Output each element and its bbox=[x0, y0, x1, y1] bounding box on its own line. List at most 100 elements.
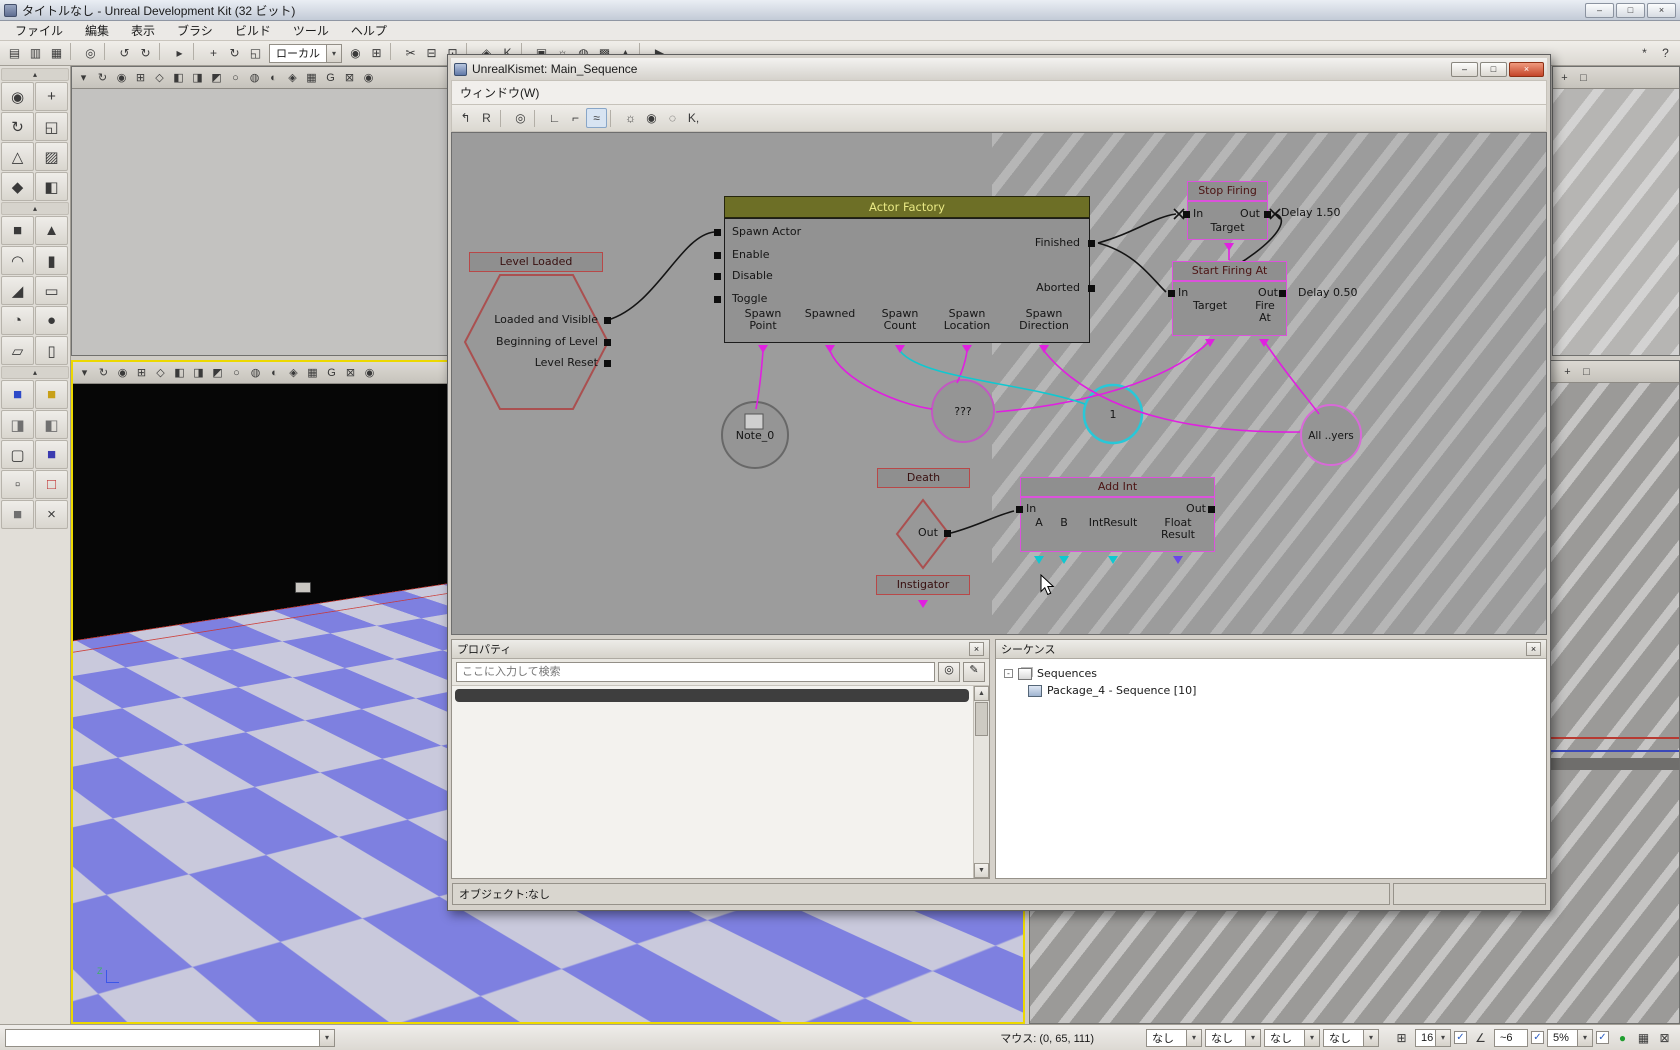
note-actor[interactable] bbox=[295, 582, 311, 593]
scale-snap-checkbox[interactable]: ✓ bbox=[1596, 1031, 1609, 1044]
kismet-canvas[interactable]: Level Loaded Loaded and Visible Beginnin… bbox=[451, 132, 1547, 635]
search-icon[interactable]: ◎ bbox=[938, 662, 960, 682]
save-icon[interactable]: ▦ bbox=[46, 43, 67, 63]
sphere-builder-icon[interactable]: ● bbox=[35, 306, 68, 335]
camera-icon[interactable]: ◉ bbox=[113, 364, 132, 382]
viewport-top-right[interactable]: + □ bbox=[1552, 66, 1680, 356]
death-instigator-label[interactable]: Instigator bbox=[876, 575, 970, 595]
light-complexity-icon[interactable]: ○ bbox=[227, 364, 246, 382]
app-title-bar[interactable]: タイトルなし - Unreal Development Kit (32 ビット)… bbox=[0, 0, 1680, 21]
new-map-icon[interactable]: ▤ bbox=[4, 43, 25, 63]
gray-brush-icon[interactable]: ■ bbox=[1, 500, 34, 529]
straight-link-icon[interactable]: ∟ bbox=[544, 108, 565, 128]
kismet-menu-window[interactable]: ウィンドウ(W) bbox=[460, 84, 539, 101]
cylinder-builder-icon[interactable]: ▮ bbox=[35, 246, 68, 275]
camera-speed-icon[interactable]: ◉ bbox=[360, 364, 379, 382]
maximize-button[interactable]: □ bbox=[1616, 2, 1645, 18]
lit-icon[interactable]: ◨ bbox=[188, 69, 207, 87]
csg-intersect-icon[interactable]: ◨ bbox=[1, 410, 34, 439]
node-actor-factory-title[interactable]: Actor Factory bbox=[724, 196, 1090, 218]
property-category-bar[interactable] bbox=[455, 689, 969, 702]
actor-factory-input-pin[interactable] bbox=[714, 296, 721, 303]
add-volume-icon[interactable]: ■ bbox=[35, 440, 68, 469]
actor-factory-output-pin[interactable] bbox=[1088, 285, 1095, 292]
camera-speed-icon[interactable]: ◉ bbox=[359, 69, 378, 87]
status-combo[interactable]: ▾ bbox=[5, 1028, 335, 1047]
csg-deintersect-icon[interactable]: ◧ bbox=[35, 410, 68, 439]
texture-density-icon[interactable]: ◍ bbox=[245, 69, 264, 87]
sequences-tree[interactable]: - Sequences Package_4 - Sequence [10] bbox=[996, 659, 1546, 878]
far-clip-icon[interactable]: ▸ bbox=[169, 43, 190, 63]
grid-snap-checkbox[interactable]: ✓ bbox=[1454, 1031, 1467, 1044]
menu-view[interactable]: 表示 bbox=[120, 20, 166, 41]
close-icon[interactable]: × bbox=[1526, 642, 1541, 656]
builder-brush-icon[interactable]: □ bbox=[35, 470, 68, 499]
selection-combo-1[interactable]: なし ▾ bbox=[1146, 1028, 1202, 1047]
brush-wire-icon[interactable]: ⊞ bbox=[132, 364, 151, 382]
death-out-pin[interactable] bbox=[944, 530, 951, 537]
close-button[interactable]: × bbox=[1647, 2, 1676, 18]
terrain-edit-icon[interactable]: △ bbox=[1, 142, 34, 171]
menu-brush[interactable]: ブラシ bbox=[166, 20, 224, 41]
curved-stair-icon[interactable]: ◠ bbox=[1, 246, 34, 275]
scroll-down-icon[interactable]: ▼ bbox=[974, 863, 989, 878]
kismet-title-bar[interactable]: UnrealKismet: Main_Sequence – □ × bbox=[451, 58, 1547, 80]
csg-subtract-icon[interactable]: ■ bbox=[35, 380, 68, 409]
node-stop-firing-title[interactable]: Stop Firing bbox=[1187, 181, 1268, 201]
copy-icon[interactable]: ⊟ bbox=[421, 43, 442, 63]
perspective-icon[interactable]: ◈ bbox=[283, 69, 302, 87]
kismet-minimize-button[interactable]: – bbox=[1451, 61, 1478, 77]
divider-arrow-icon[interactable]: ▴ bbox=[1, 202, 69, 215]
select-brush-icon[interactable]: ▫ bbox=[1, 470, 34, 499]
viewport-top-right-body[interactable] bbox=[1553, 89, 1679, 355]
start-firing-at-out-pin[interactable] bbox=[1279, 290, 1286, 297]
node-start-firing-at-title[interactable]: Start Firing At bbox=[1172, 261, 1287, 281]
actor-factory-input-pin[interactable] bbox=[714, 229, 721, 236]
redo-icon[interactable]: ↻ bbox=[135, 43, 156, 63]
geometry-mode-icon[interactable]: ◆ bbox=[1, 172, 34, 201]
cone-builder-icon[interactable]: ▲ bbox=[35, 216, 68, 245]
maximize-viewport-icon[interactable]: □ bbox=[1574, 69, 1593, 87]
hide-connectors-icon[interactable]: ◎ bbox=[510, 108, 531, 128]
realtime-icon[interactable]: ↻ bbox=[94, 364, 113, 382]
maximize-viewport-icon[interactable]: □ bbox=[1577, 363, 1596, 381]
menu-help[interactable]: ヘルプ bbox=[340, 20, 398, 41]
tree-item-root[interactable]: - Sequences bbox=[1004, 665, 1546, 682]
lock-viewport-icon[interactable]: ⊠ bbox=[340, 69, 359, 87]
realtime-debug-icon[interactable]: ☼ bbox=[620, 108, 641, 128]
actor-factory-output-pin[interactable] bbox=[1088, 240, 1095, 247]
shader-complexity-icon[interactable]: ◐ bbox=[264, 69, 283, 87]
properties-scrollbar[interactable]: ▲ ▼ bbox=[973, 686, 989, 878]
kismet-close-button[interactable]: × bbox=[1509, 61, 1544, 77]
fullscreen-icon[interactable]: ⊞ bbox=[366, 43, 387, 63]
rotate-icon[interactable]: ↻ bbox=[224, 43, 245, 63]
texture-align-icon[interactable]: ▨ bbox=[35, 142, 68, 171]
node-level-loaded-title[interactable]: Level Loaded bbox=[469, 252, 603, 272]
camera-mode-icon[interactable]: ◉ bbox=[1, 82, 34, 111]
light-complexity-icon[interactable]: ○ bbox=[226, 69, 245, 87]
curved-link-icon[interactable]: ≈ bbox=[586, 108, 607, 128]
joystick-icon[interactable]: + bbox=[1555, 69, 1574, 87]
collapse-arrow-icon[interactable]: ▴ bbox=[1, 68, 69, 81]
stop-firing-out-pin[interactable] bbox=[1264, 211, 1271, 218]
tools-icon[interactable]: * bbox=[1634, 43, 1655, 63]
detail-lighting-icon[interactable]: ◩ bbox=[207, 69, 226, 87]
static-mesh-mode-icon[interactable]: ◧ bbox=[35, 172, 68, 201]
open-class-icon[interactable]: K, bbox=[683, 108, 704, 128]
level-loaded-output-pin[interactable] bbox=[604, 360, 611, 367]
menu-build[interactable]: ビルド bbox=[224, 20, 282, 41]
divider-arrow-icon[interactable]: ▴ bbox=[1, 366, 69, 379]
selection-combo-4[interactable]: なし ▾ bbox=[1323, 1028, 1379, 1047]
add-int-out-pin[interactable] bbox=[1208, 506, 1215, 513]
brush-wire-icon[interactable]: ⊞ bbox=[131, 69, 150, 87]
top-view-icon[interactable]: ▦ bbox=[303, 364, 322, 382]
zoom-to-fit-icon[interactable]: ◉ bbox=[641, 108, 662, 128]
stop-firing-in-pin[interactable] bbox=[1183, 211, 1190, 218]
add-int-in-pin[interactable] bbox=[1016, 506, 1023, 513]
spiral-stair-icon[interactable]: ◔ bbox=[1, 306, 34, 335]
help-icon[interactable]: ? bbox=[1655, 43, 1676, 63]
minimize-button[interactable]: – bbox=[1585, 2, 1614, 18]
linear-stair-icon[interactable]: ◢ bbox=[1, 276, 34, 305]
search-tool-icon[interactable]: ◌ bbox=[662, 108, 683, 128]
actor-factory-input-pin[interactable] bbox=[714, 252, 721, 259]
